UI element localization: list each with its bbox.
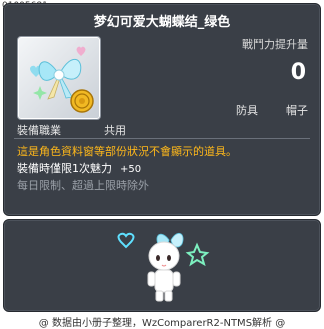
equip-effect-text: 裝備時僅限1次魅力	[17, 162, 112, 175]
limit-note: 每日限制、超過上限時除外	[17, 179, 149, 192]
footer-credit: @ 数据由小册子整理，WzComparerR2-NTMS解析 @	[38, 318, 286, 329]
power-increase-value: 0	[290, 60, 306, 85]
equip-effect: 裝備時僅限1次魅力 +50	[17, 160, 141, 176]
item-description: 這是角色資料窗等部份狀況不會顯示的道具。	[17, 145, 237, 158]
slot-category-armor: 防具	[236, 104, 258, 117]
gold-coin-badge-icon	[70, 89, 94, 113]
equip-job-label: 裝備職業	[17, 124, 61, 137]
equip-effect-bonus: +50	[120, 164, 142, 175]
item-title: 梦幻可爱大蝴蝶结_绿色	[93, 15, 231, 30]
slot-category-hat: 帽子	[286, 104, 308, 117]
character-preview-panel	[3, 219, 321, 312]
divider	[14, 138, 310, 139]
item-icon-box	[17, 36, 101, 120]
item-tooltip-panel: 梦幻可爱大蝴蝶结_绿色 戰鬥力提升量 0 防具 帽子 裝備職業 共用 這是角色資…	[3, 3, 321, 216]
character-preview	[117, 232, 210, 302]
power-increase-label: 戰鬥力提升量	[242, 38, 308, 51]
equip-job-value: 共用	[104, 124, 126, 137]
